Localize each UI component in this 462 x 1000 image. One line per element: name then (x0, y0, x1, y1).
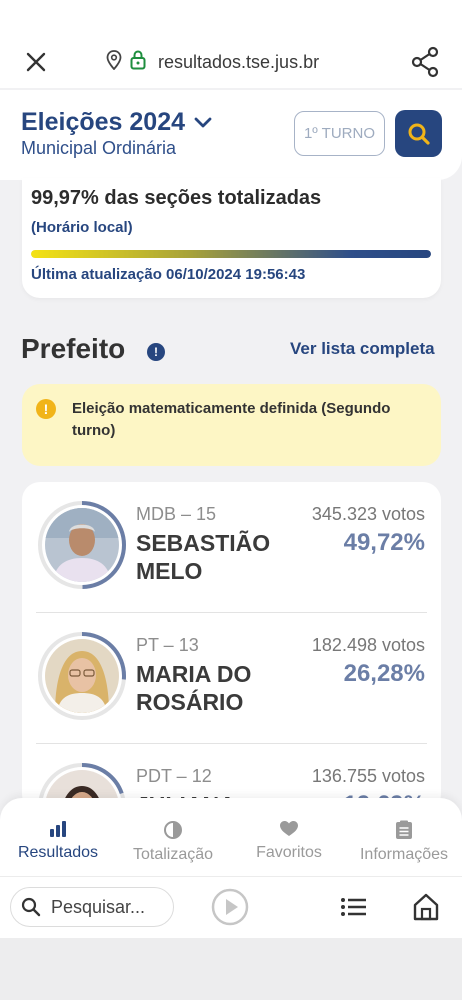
tab-favoritos[interactable]: Favoritos (253, 820, 325, 862)
pie-chart-icon (164, 821, 182, 839)
section-title: Prefeito (21, 333, 126, 364)
candidate-percent: 26,28% (343, 660, 425, 687)
home-icon[interactable] (413, 893, 439, 921)
play-icon[interactable] (211, 888, 249, 926)
turno-button[interactable]: 1º TURNO (294, 111, 385, 156)
ver-lista-link[interactable]: Ver lista completa (290, 339, 435, 359)
search-icon (21, 897, 41, 917)
candidate-row[interactable]: PT – 13 MARIA DO ROSÁRIO 182.498 votos 2… (22, 613, 441, 744)
candidate-name: SEBASTIÃO MELO (136, 530, 271, 584)
election-selector[interactable]: Eleições 2024 (21, 108, 213, 137)
close-icon[interactable] (22, 48, 50, 76)
candidate-avatar-ring (38, 632, 128, 722)
chevron-down-icon (194, 117, 212, 127)
avatar (45, 639, 119, 713)
candidate-party: PDT – 12 (136, 766, 212, 786)
tab-label: Resultados (17, 844, 99, 861)
candidate-party: PT – 13 (136, 635, 199, 655)
share-icon[interactable] (410, 46, 440, 78)
lock-icon (130, 49, 146, 75)
location-pin-icon (106, 49, 122, 75)
candidate-votes: 345.323 votos (311, 504, 425, 524)
tab-label: Favoritos (256, 844, 322, 861)
progress-fill (31, 250, 431, 258)
url-bar[interactable]: resultados.tse.jus.br (106, 49, 320, 75)
search-input[interactable]: Pesquisar... (10, 887, 174, 927)
list-icon[interactable] (340, 895, 368, 919)
election-subtitle: Municipal Ordinária (21, 138, 177, 158)
search-placeholder: Pesquisar... (51, 896, 146, 917)
avatar (45, 508, 119, 582)
url-text: resultados.tse.jus.br (158, 51, 320, 72)
totalized-text: 99,97% das seções totalizadas (31, 187, 322, 209)
candidate-name: MARIA DO ROSÁRIO (136, 661, 252, 715)
system-nav-area (0, 938, 462, 1000)
alert-text: Eleição matematicamente definida (Segund… (72, 400, 391, 439)
last-update-text: Última atualização 06/10/2024 19:56:43 (31, 266, 306, 283)
heart-icon (280, 821, 298, 836)
candidate-party: MDB – 15 (136, 504, 217, 524)
tab-informacoes[interactable]: Informações (356, 820, 452, 864)
browser-bar (0, 0, 462, 88)
progress-bar (31, 250, 431, 258)
search-icon (408, 123, 430, 145)
info-icon[interactable]: ! (147, 343, 165, 361)
tab-resultados[interactable]: Resultados (16, 820, 100, 862)
tab-totalizacao[interactable]: Totalização (130, 820, 216, 864)
clipboard-icon (396, 820, 412, 839)
search-button[interactable] (395, 110, 442, 157)
candidate-list: MDB – 15 SEBASTIÃO MELO 345.323 votos 49… (22, 482, 441, 812)
tab-label: Totalização (132, 846, 214, 863)
warning-icon: ! (36, 399, 56, 419)
candidate-votes: 136.755 votos (311, 766, 425, 786)
candidate-votes: 182.498 votos (311, 635, 425, 655)
election-title: Eleições 2024 (21, 108, 186, 136)
candidate-row[interactable]: MDB – 15 SEBASTIÃO MELO 345.323 votos 49… (22, 482, 441, 613)
candidate-percent: 49,72% (343, 529, 425, 556)
candidate-avatar-ring (38, 501, 128, 591)
bar-chart-icon (50, 821, 66, 837)
local-time-note: (Horário local) (31, 219, 133, 236)
tab-label: Informações (359, 846, 449, 863)
